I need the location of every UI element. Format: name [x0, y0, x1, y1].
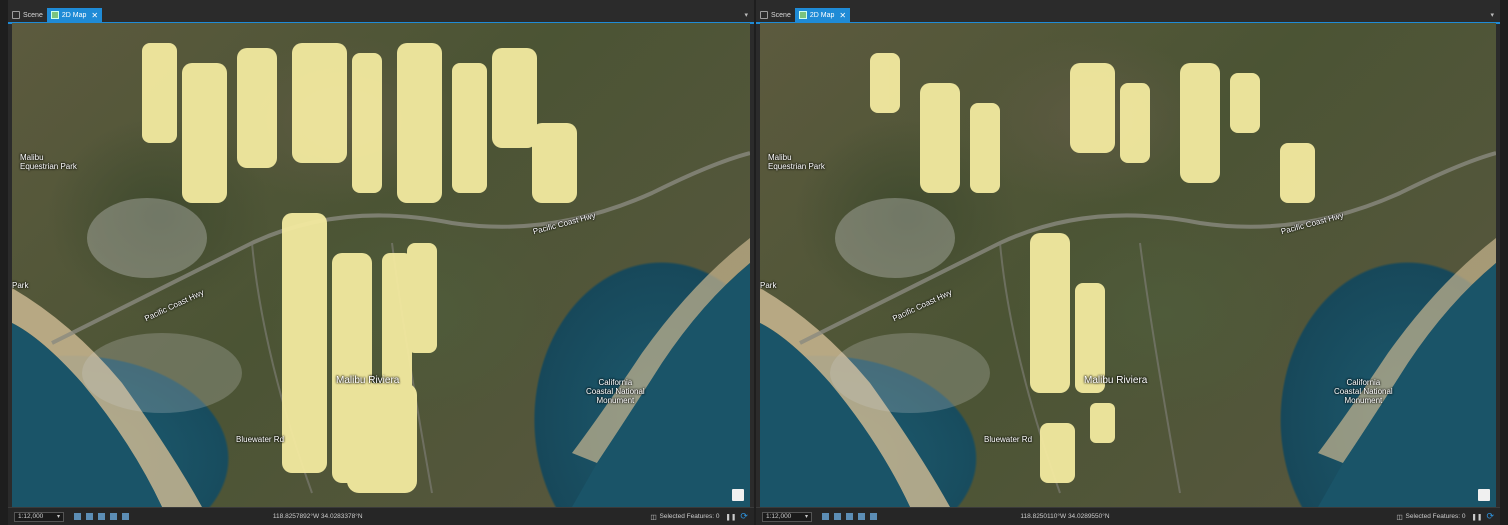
app-window: Scene 2D Map ✕ ▾ Malibu Equestrian Park …: [0, 0, 1508, 525]
tab-label: 2D Map: [809, 11, 835, 19]
footprint-cluster: [1030, 233, 1070, 393]
nav-tools: [74, 513, 129, 520]
label-park: Park: [760, 281, 777, 290]
selection-icon: ◫: [1396, 513, 1403, 521]
tab-label: Scene: [771, 11, 791, 19]
tab-label: 2D Map: [61, 11, 87, 19]
footprint-cluster: [970, 103, 1000, 193]
scale-selector[interactable]: 1:12,000 ▾: [762, 511, 812, 522]
footprint-cluster: [282, 213, 327, 473]
table-icon[interactable]: [98, 513, 105, 520]
tab-2d-map[interactable]: 2D Map ✕: [794, 8, 851, 22]
scene-icon: [12, 11, 20, 19]
refresh-icon[interactable]: ⟳: [740, 511, 748, 522]
map-icon: [50, 11, 59, 19]
selected-features[interactable]: ◫ Selected Features: 0: [650, 513, 719, 521]
chevron-down-icon: ▾: [56, 514, 60, 520]
coordinates-readout[interactable]: 118.8250110°W 34.0289550°N: [1020, 513, 1109, 520]
tab-scene[interactable]: Scene: [8, 8, 47, 22]
footprint-cluster: [352, 53, 382, 193]
nav-tools: [822, 513, 877, 520]
footprint-cluster: [870, 53, 900, 113]
refresh-icon[interactable]: ⟳: [1486, 511, 1494, 522]
tab-bar: Scene 2D Map ✕ ▾: [756, 8, 1500, 24]
selected-features-label: Selected Features: 0: [1405, 513, 1466, 520]
scale-value: 1:12,000: [18, 513, 44, 520]
label-malibu-riviera: Malibu Riviera: [336, 375, 400, 386]
coordinates-readout[interactable]: 118.8257892°W 34.0283378°N: [273, 513, 363, 520]
rotate-icon[interactable]: [122, 513, 129, 520]
map-overlay: [12, 43, 750, 507]
footprint-cluster: [1120, 83, 1150, 163]
cloud: [82, 333, 242, 413]
fixed-zoom-icon[interactable]: [822, 513, 829, 520]
selected-features[interactable]: ◫ Selected Features: 0: [1396, 513, 1465, 521]
rotate-icon[interactable]: [870, 513, 877, 520]
label-bluewater-rd: Bluewater Rd: [236, 435, 285, 444]
footprint-cluster: [1070, 63, 1115, 153]
footprint-cluster: [292, 43, 347, 163]
label-bluewater-rd: Bluewater Rd: [984, 435, 1033, 444]
footprint-cluster: [1040, 423, 1075, 483]
footprint-cluster: [1090, 403, 1115, 443]
map-view[interactable]: Malibu Equestrian Park Park Pacific Coas…: [12, 23, 750, 507]
label-malibu-equestrian-park: Malibu Equestrian Park: [20, 153, 77, 171]
footprint-cluster: [142, 43, 177, 143]
map-pane-left: Scene 2D Map ✕ ▾ Malibu Equestrian Park …: [8, 0, 754, 525]
grid-icon[interactable]: [834, 513, 841, 520]
scale-selector[interactable]: 1:12,000 ▾: [14, 511, 64, 522]
fixed-zoom-icon[interactable]: [74, 513, 81, 520]
map-overlay: [760, 53, 1496, 507]
footprint-cluster: [1180, 63, 1220, 183]
footprint-cluster: [920, 83, 960, 193]
label-park: Park: [12, 281, 29, 290]
scene-icon: [760, 11, 768, 19]
cloud: [830, 333, 990, 413]
building-footprints: [142, 43, 577, 493]
tab-bar: Scene 2D Map ✕ ▾: [8, 8, 754, 24]
selected-features-label: Selected Features: 0: [659, 513, 720, 520]
tab-2d-map[interactable]: 2D Map ✕: [46, 8, 103, 22]
pause-icon[interactable]: ❚❚: [726, 513, 737, 521]
close-icon[interactable]: ✕: [91, 11, 98, 20]
footprint-cluster: [397, 43, 442, 203]
status-bar: 1:12,000 ▾ 118.8257892°W 34.0283378°N ◫ …: [8, 507, 754, 525]
tab-scene[interactable]: Scene: [756, 8, 795, 22]
label-malibu-riviera: Malibu Riviera: [1084, 375, 1148, 386]
notification-flag-icon[interactable]: [732, 489, 744, 501]
road: [1139, 242, 1181, 494]
footprint-cluster: [182, 63, 227, 203]
label-california-coastal-monument: California Coastal National Monument: [586, 378, 645, 405]
building-footprints: [870, 53, 1315, 483]
close-icon[interactable]: ✕: [839, 11, 846, 20]
pan-icon[interactable]: [858, 513, 865, 520]
label-california-coastal-monument: California Coastal National Monument: [1334, 378, 1393, 405]
footprint-cluster: [237, 48, 277, 168]
footprint-cluster: [492, 48, 537, 148]
map-icon: [798, 11, 807, 19]
chevron-down-icon[interactable]: ▾: [744, 11, 748, 19]
map-view[interactable]: Malibu Equestrian Park Park Pacific Coas…: [760, 23, 1496, 507]
pause-icon[interactable]: ❚❚: [1472, 513, 1483, 521]
scale-value: 1:12,000: [766, 513, 792, 520]
status-bar: 1:12,000 ▾ 118.8250110°W 34.0289550°N ◫ …: [756, 507, 1500, 525]
tab-label: Scene: [23, 11, 43, 19]
footprint-cluster: [532, 123, 577, 203]
label-malibu-equestrian-park: Malibu Equestrian Park: [768, 153, 825, 171]
table-icon[interactable]: [846, 513, 853, 520]
grid-icon[interactable]: [86, 513, 93, 520]
chevron-down-icon: ▾: [804, 514, 808, 520]
cloud: [87, 198, 207, 278]
selection-icon: ◫: [650, 513, 657, 521]
map-pane-right: Scene 2D Map ✕ ▾ Malibu Equestrian Park …: [756, 0, 1500, 525]
footprint-cluster: [1230, 73, 1260, 133]
footprint-cluster: [407, 243, 437, 353]
footprint-cluster: [347, 383, 417, 493]
footprint-cluster: [1280, 143, 1315, 203]
cloud: [835, 198, 955, 278]
footprint-cluster: [452, 63, 487, 193]
pan-icon[interactable]: [110, 513, 117, 520]
notification-flag-icon[interactable]: [1478, 489, 1490, 501]
chevron-down-icon[interactable]: ▾: [1490, 11, 1494, 19]
